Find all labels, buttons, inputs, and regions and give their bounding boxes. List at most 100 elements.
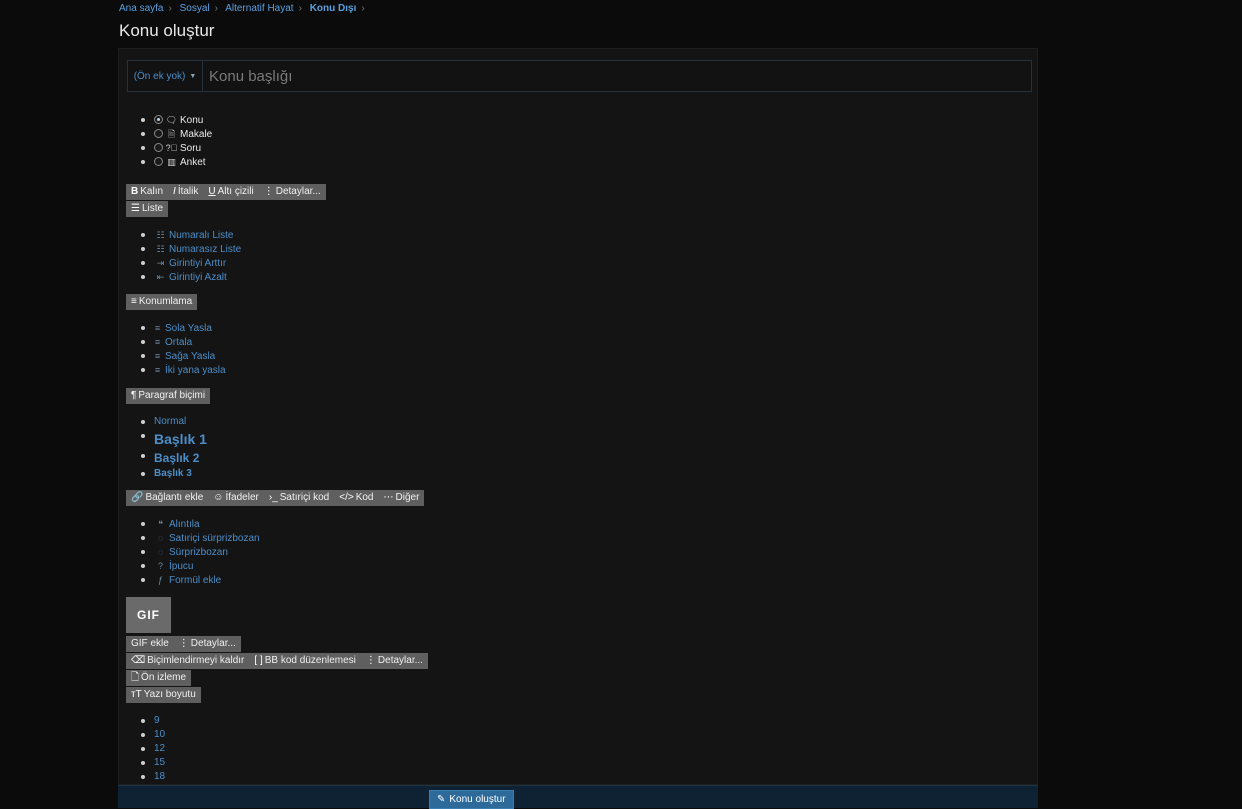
text-size-icon: ᴛT	[131, 689, 142, 700]
prefix-dropdown[interactable]: (Ön ek yok) ▼	[128, 61, 203, 91]
smile-icon: ☺	[213, 492, 224, 503]
thread-type-konu[interactable]: 🗨 Konu	[119, 113, 212, 127]
insert-menu-item[interactable]: ƒ Formül ekle	[119, 573, 260, 587]
more-vertical-icon: ⋮	[263, 186, 274, 197]
list-menu-item[interactable]: ☷ Numarasız Liste	[119, 242, 241, 256]
thread-type-anket[interactable]: ▥ Anket	[119, 155, 212, 169]
chevron-right-icon: ›	[298, 3, 302, 14]
question-circle-icon: ?	[157, 561, 163, 571]
smilies-button[interactable]: ☺ İfadeler	[208, 490, 264, 506]
remove-format-button[interactable]: ⌫ Biçimlendirmeyi kaldır	[126, 653, 249, 669]
radio-button[interactable]	[154, 115, 163, 124]
misc-toolbar: ⌫ Biçimlendirmeyi kaldır [ ] BB kod düzenl…	[126, 653, 428, 669]
gif-toolbar: GIF ekle ⋮ Detaylar...	[126, 636, 241, 652]
paragraph-menu-item[interactable]: Başlık 3	[119, 467, 207, 481]
breadcrumb: Ana sayfa › Sosyal › Alternatif Hayat › Kon…	[119, 3, 370, 15]
align-right-icon: ≡	[154, 351, 161, 361]
insert-menu-item[interactable]: ◌ Satıriçi sürprizbozan	[119, 531, 260, 545]
details-button[interactable]: ⋮ Detaylar...	[259, 184, 326, 200]
align-button[interactable]: ≡ Konumlama	[126, 294, 197, 310]
thread-type-makale[interactable]: 🗎 Makale	[119, 127, 212, 141]
bbcode-button[interactable]: [ ] BB kod düzenlemesi	[249, 653, 361, 669]
caret-down-icon: ▼	[189, 72, 197, 80]
align-menu-item[interactable]: ≡ Sağa Yasla	[119, 349, 226, 363]
font-size-option[interactable]: 9	[119, 714, 165, 728]
breadcrumb-home[interactable]: Ana sayfa	[119, 3, 163, 14]
function-icon: ƒ	[157, 575, 163, 585]
more-button[interactable]: ⋯ Diğer	[379, 490, 425, 506]
align-menu-item[interactable]: ≡ İki yana yasla	[119, 363, 226, 377]
list-menu-item[interactable]: ⇤ Girintiyi Azalt	[119, 270, 241, 284]
paragraph-menu-item[interactable]: Normal	[119, 415, 207, 429]
prefix-label: (Ön ek yok)	[133, 70, 186, 82]
code-button[interactable]: </> Kod	[334, 490, 378, 506]
details-button[interactable]: ⋮ Detaylar...	[361, 653, 428, 669]
link-button[interactable]: 🔗 Bağlantı ekle	[126, 490, 208, 506]
insert-toolbar: 🔗 Bağlantı ekle ☺ İfadeler ›_ Satıriçi kod …	[126, 490, 425, 506]
paragraph-icon: ¶	[131, 390, 137, 401]
paragraph-menu: Normal Başlık 1 Başlık 2 Başlık 3	[119, 415, 207, 481]
eye-slash-icon: ◌	[157, 547, 164, 557]
list-menu-item[interactable]: ☷ Numaralı Liste	[119, 228, 241, 242]
align-menu-item[interactable]: ≡ Ortala	[119, 335, 226, 349]
breadcrumb-alternatif-hayat[interactable]: Alternatif Hayat	[225, 3, 293, 14]
preview-toolbar: 🗋 Ön izleme	[126, 670, 192, 686]
eraser-icon: ⌫	[131, 655, 146, 666]
font-size-option[interactable]: 15	[119, 756, 165, 770]
list-icon: ☰	[131, 203, 140, 214]
font-size-option[interactable]: 10	[119, 728, 165, 742]
comments-icon: 🗨	[165, 115, 178, 125]
preview-button[interactable]: 🗋 Ön izleme	[126, 670, 191, 686]
submit-button[interactable]: ✎ Konu oluştur	[429, 790, 514, 809]
gif-details-button[interactable]: ⋮ Detaylar...	[174, 636, 241, 652]
gif-add-button[interactable]: GIF ekle	[126, 636, 174, 652]
chevron-right-icon: ›	[361, 3, 365, 14]
paragraph-button[interactable]: ¶ Paragraf biçimi	[126, 388, 210, 404]
inline-code-button[interactable]: ›_ Satıriçi kod	[264, 490, 334, 506]
breadcrumb-konu-disi[interactable]: Konu Dışı	[310, 3, 357, 14]
gif-icon[interactable]: GIF	[126, 597, 171, 633]
brackets-icon: [ ]	[254, 655, 263, 666]
list-toolbar: ☰ Liste	[126, 201, 169, 217]
page-title: Konu oluştur	[119, 21, 215, 40]
code-icon: </>	[339, 492, 354, 503]
question-circle-icon: ?⃝	[165, 143, 178, 153]
underline-button[interactable]: U Altı çizili	[203, 184, 258, 200]
underline-icon: U	[208, 186, 216, 197]
insert-menu-item[interactable]: ❝ Alıntıla	[119, 517, 260, 531]
font-size-menu: 9 10 12 15 18	[119, 714, 165, 784]
thread-type-list: 🗨 Konu 🗎 Makale ?⃝ Soru ▥ Anket	[119, 113, 212, 169]
thread-type-soru[interactable]: ?⃝ Soru	[119, 141, 212, 155]
submit-label: Konu oluştur	[449, 793, 506, 805]
more-vertical-icon: ⋮	[178, 638, 189, 649]
font-size-option[interactable]: 12	[119, 742, 165, 756]
insert-menu-item[interactable]: ◌ Sürprizbozan	[119, 545, 260, 559]
quote-icon: ❝	[158, 519, 163, 529]
align-center-icon: ≡	[154, 337, 161, 347]
align-justify-icon: ≡	[154, 365, 161, 375]
font-size-option[interactable]: 18	[119, 770, 165, 784]
align-menu-item[interactable]: ≡ Sola Yasla	[119, 321, 226, 335]
numbered-list-icon: ☷	[156, 230, 165, 240]
title-input[interactable]	[203, 61, 1031, 91]
radio-button[interactable]	[154, 129, 163, 138]
list-menu-item[interactable]: ⇥ Girintiyi Arttır	[119, 256, 241, 270]
radio-button[interactable]	[154, 157, 163, 166]
paragraph-menu-item[interactable]: Başlık 2	[119, 449, 207, 467]
list-button[interactable]: ☰ Liste	[126, 201, 168, 217]
align-menu: ≡ Sola Yasla ≡ Ortala ≡ Sağa Yasla ≡ İki yan…	[119, 321, 226, 377]
indent-icon: ⇥	[156, 258, 165, 268]
align-left-icon: ≡	[154, 323, 161, 333]
eye-slash-icon: ◌	[157, 533, 164, 543]
italic-button[interactable]: I İtalik	[168, 184, 203, 200]
bold-icon: B	[131, 186, 139, 197]
link-icon: 🔗	[131, 492, 144, 503]
font-size-button[interactable]: ᴛT Yazı boyutu	[126, 687, 201, 703]
paragraph-menu-item[interactable]: Başlık 1	[119, 429, 207, 449]
radio-button[interactable]	[154, 143, 163, 152]
more-vertical-icon: ⋮	[365, 655, 376, 666]
breadcrumb-sosyal[interactable]: Sosyal	[180, 3, 210, 14]
insert-menu-item[interactable]: ? İpucu	[119, 559, 260, 573]
bold-button[interactable]: B Kalın	[126, 184, 168, 200]
italic-icon: I	[173, 186, 176, 197]
